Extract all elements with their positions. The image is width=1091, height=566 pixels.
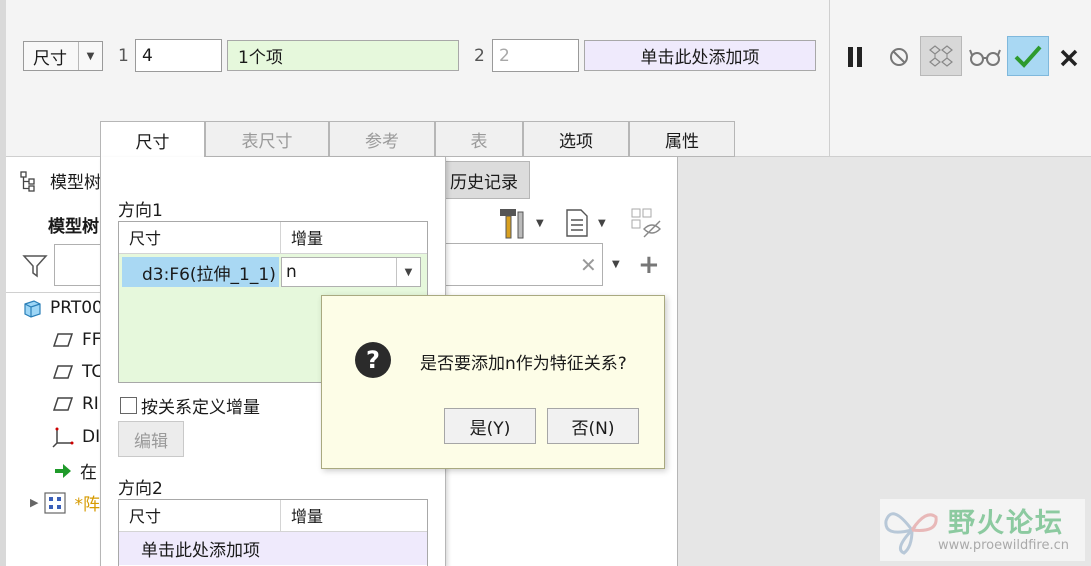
chevron-down-icon[interactable]: ▼ — [536, 218, 544, 229]
glasses-icon[interactable] — [968, 42, 1002, 72]
coordinate-system-icon — [52, 427, 74, 448]
direction2-dimension-table[interactable]: 尺寸 增量 单击此处添加项 — [118, 499, 428, 566]
relation-checkbox[interactable] — [120, 397, 137, 414]
svg-text:?: ? — [366, 346, 380, 374]
tree-item-plane-front[interactable]: FF — [52, 330, 102, 350]
tab-history[interactable]: 历史记录 — [438, 161, 530, 199]
direction1-title: 方向1 — [118, 201, 163, 221]
verify-preview-icon[interactable] — [920, 36, 962, 76]
model-tree-tab-label: 模型树 — [50, 173, 101, 193]
edit-button[interactable]: 编辑 — [118, 421, 184, 457]
increment-combo[interactable]: n ▼ — [281, 257, 421, 287]
pattern-type-value: 尺寸 — [33, 48, 67, 69]
tab-options[interactable]: 选项 — [523, 121, 629, 157]
tree-item-label: *阵 — [74, 495, 100, 515]
direction1-count-input[interactable]: 4 — [135, 39, 222, 72]
hide-items-icon[interactable] — [630, 207, 662, 244]
column-header-increment: 增量 — [291, 229, 324, 248]
tab-tables[interactable]: 表 — [435, 121, 523, 157]
tree-structure-icon — [20, 170, 35, 192]
direction2-count-input[interactable]: 2 — [492, 39, 579, 72]
tree-item-plane-top[interactable]: TC — [52, 362, 103, 382]
column-header-dimension: 尺寸 — [119, 500, 281, 531]
insert-arrow-icon — [55, 463, 71, 478]
datum-plane-icon — [52, 397, 74, 411]
chevron-down-icon[interactable]: ▼ — [78, 42, 102, 70]
document-list-icon — [566, 209, 588, 237]
part-cube-icon — [24, 300, 41, 318]
model-tree-tab[interactable]: 模型树 — [18, 168, 101, 193]
clear-search-icon[interactable]: ✕ — [580, 253, 597, 277]
datum-plane-icon — [52, 333, 74, 347]
chevron-down-icon[interactable]: ▼ — [598, 218, 606, 229]
tree-item-csys[interactable]: DI — [52, 426, 100, 448]
direction1-label: 1 — [118, 46, 129, 66]
pattern-type-select[interactable]: 尺寸 ▼ — [23, 41, 103, 71]
pause-icon[interactable] — [842, 42, 868, 72]
yes-button[interactable]: 是(Y) — [444, 408, 536, 444]
add-relation-dialog: ? 是否要添加n作为特征关系? 是(Y) 否(N) — [321, 295, 665, 469]
direction2-label: 2 — [474, 46, 485, 66]
no-preview-icon[interactable] — [886, 43, 912, 71]
relation-checkbox-label: 按关系定义增量 — [141, 398, 260, 418]
show-menu[interactable]: ▼ — [564, 208, 606, 238]
tree-item-label: RI — [82, 394, 99, 414]
column-header-dimension: 尺寸 — [119, 222, 281, 253]
tab-table-dimensions[interactable]: 表尺寸 — [205, 121, 329, 157]
watermark-title: 野火论坛 — [948, 508, 1064, 539]
tree-item-pattern[interactable]: ▶ *阵 — [30, 490, 100, 515]
expand-triangle-icon[interactable]: ▶ — [30, 496, 38, 509]
increment-value: n — [286, 262, 297, 282]
filter-icon[interactable] — [22, 254, 48, 283]
watermark-url: www.proewildfire.cn — [938, 538, 1069, 553]
tree-item-part[interactable]: PRT00 — [22, 298, 103, 318]
ribbon-separator — [829, 0, 830, 157]
table-row-dimension[interactable]: d3:F6(拉伸_1_1) — [122, 257, 279, 287]
tab-references[interactable]: 参考 — [329, 121, 435, 157]
forum-watermark: 野火论坛 www.proewildfire.cn — [880, 499, 1085, 561]
question-icon: ? — [355, 342, 391, 378]
table-header: 尺寸 增量 — [119, 500, 427, 532]
tree-item-plane-right[interactable]: RI — [52, 394, 99, 414]
pattern-feature-icon — [44, 491, 67, 514]
direction2-collector[interactable]: 单击此处添加项 — [584, 40, 816, 71]
tree-item-label: DI — [82, 427, 101, 447]
settings-tools-menu[interactable]: ▼ — [498, 206, 544, 240]
model-tree-header: 模型树 — [48, 217, 99, 237]
tree-item-insert-here[interactable]: 在 — [54, 458, 97, 483]
define-increment-by-relation[interactable]: 按关系定义增量 — [120, 393, 260, 418]
direction1-collector[interactable]: 1个项 — [227, 40, 459, 71]
no-button[interactable]: 否(N) — [547, 408, 639, 444]
tree-item-label: FF — [82, 330, 102, 350]
table-header: 尺寸 增量 — [119, 222, 427, 254]
add-plus-icon[interactable]: + — [638, 250, 660, 280]
chevron-down-icon[interactable]: ▼ — [612, 259, 620, 270]
direction2-add-item[interactable]: 单击此处添加项 — [119, 532, 427, 565]
dialog-message: 是否要添加n作为特征关系? — [420, 354, 627, 374]
tree-divider — [6, 292, 112, 293]
accept-check-icon[interactable] — [1007, 36, 1049, 76]
tools-icon — [500, 209, 524, 239]
butterfly-logo-icon — [884, 512, 938, 555]
datum-plane-icon — [52, 365, 74, 379]
tree-item-label: 在 — [80, 463, 97, 483]
chevron-down-icon[interactable]: ▼ — [396, 258, 420, 286]
tab-properties[interactable]: 属性 — [629, 121, 735, 157]
column-header-increment: 增量 — [291, 507, 324, 526]
direction2-title: 方向2 — [118, 479, 163, 499]
tab-dimensions[interactable]: 尺寸 — [100, 121, 205, 158]
tree-item-label: PRT00 — [50, 298, 103, 318]
cancel-close-icon[interactable] — [1056, 44, 1082, 72]
